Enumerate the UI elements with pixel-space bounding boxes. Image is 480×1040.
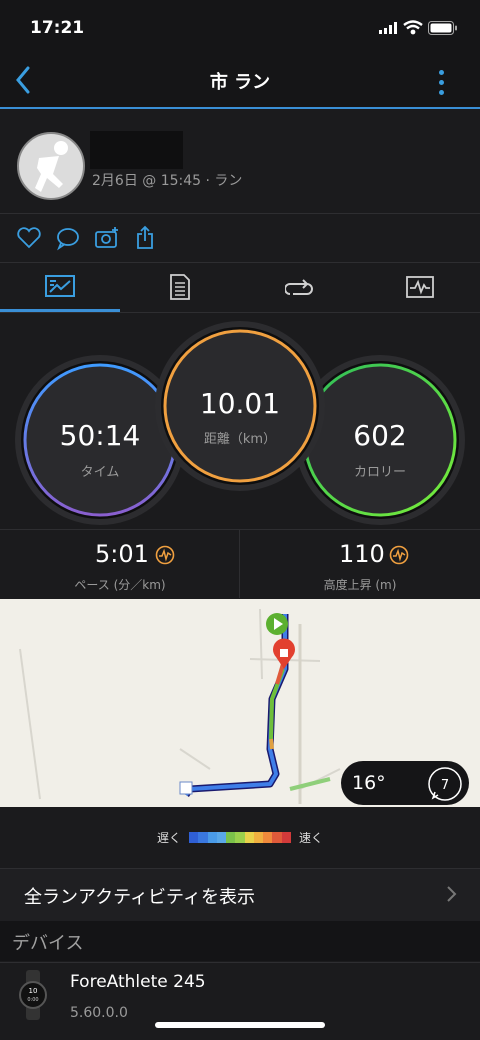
time-label: タイム: [80, 465, 120, 480]
watch-icon: 10 0:00: [19, 970, 47, 1020]
legend-swatch: [281, 832, 291, 843]
elevation-label: 高度上昇 (m): [323, 578, 397, 592]
divider: [239, 530, 240, 598]
pace-label: ペース (分／km): [74, 578, 166, 592]
elevation-value: 110: [339, 540, 385, 568]
add-photo-icon[interactable]: [94, 225, 120, 251]
runner-avatar-icon: [35, 141, 68, 192]
wifi-icon: [403, 20, 423, 35]
svg-text:10: 10: [29, 987, 38, 995]
devices-header-label: デバイス: [12, 933, 84, 954]
tab-laps[interactable]: [240, 263, 360, 311]
status-time: 17:21: [30, 18, 85, 38]
legend-swatch: [216, 832, 227, 843]
like-heart-icon[interactable]: [16, 225, 42, 251]
legend-swatch: [244, 832, 254, 843]
legend-slow: 遅く: [157, 831, 182, 845]
distance-label: 距離（km）: [203, 432, 277, 447]
tab-overview[interactable]: [0, 263, 120, 311]
time-value: 50:14: [59, 419, 141, 452]
divider: [0, 213, 480, 214]
more-menu-icon[interactable]: [438, 70, 446, 96]
legend-swatch: [253, 832, 264, 843]
comment-icon[interactable]: [55, 225, 81, 251]
legend-swatch: [235, 832, 245, 843]
summary-rings: 50:14 タイム 10.01 距離（km） 602 カロリー: [0, 313, 480, 529]
page-title: 市 ラン: [209, 72, 271, 93]
legend-swatch: [189, 832, 199, 843]
avatar[interactable]: [17, 132, 85, 200]
all-runs-label[interactable]: 全ランアクティビティを表示: [24, 883, 255, 909]
legend-swatch: [207, 832, 217, 843]
wind-speed: 7: [441, 778, 449, 793]
device-name: ForeAthlete 245: [70, 972, 206, 992]
legend-swatch: [226, 832, 236, 843]
elevation-chart-icon[interactable]: [389, 545, 409, 565]
chart-icon: [406, 276, 434, 298]
battery-icon: [428, 21, 457, 35]
legend-swatch: [263, 832, 273, 843]
legend-swatch: [198, 832, 208, 843]
details-icon: [170, 274, 190, 300]
divider: [0, 529, 480, 530]
pace-chart-icon[interactable]: [155, 545, 175, 565]
home-indicator: [155, 1022, 325, 1028]
share-icon[interactable]: [133, 225, 159, 251]
legend-gradient: [189, 832, 291, 843]
wind-compass-icon: 7: [428, 767, 462, 801]
overview-icon: [45, 275, 75, 297]
activity-datetime: 2月6日 @ 15:45 · ラン: [92, 173, 243, 189]
legend-fast: 速く: [299, 831, 324, 845]
svg-text:0:00: 0:00: [27, 997, 38, 1003]
legend-swatch: [272, 832, 282, 843]
pace-value: 5:01: [95, 540, 149, 568]
tab-details[interactable]: [120, 263, 240, 311]
temperature: 16°: [352, 772, 386, 794]
device-version: 5.60.0.0: [70, 1005, 128, 1021]
cellular-signal-icon: [379, 22, 397, 34]
redacted-name: [90, 131, 183, 169]
tab-charts[interactable]: [360, 263, 480, 311]
distance-value: 10.01: [199, 387, 281, 420]
laps-icon: [285, 279, 313, 295]
chevron-right-icon[interactable]: [444, 883, 458, 905]
calories-label: カロリー: [353, 465, 406, 480]
calories-value: 602: [353, 419, 407, 452]
